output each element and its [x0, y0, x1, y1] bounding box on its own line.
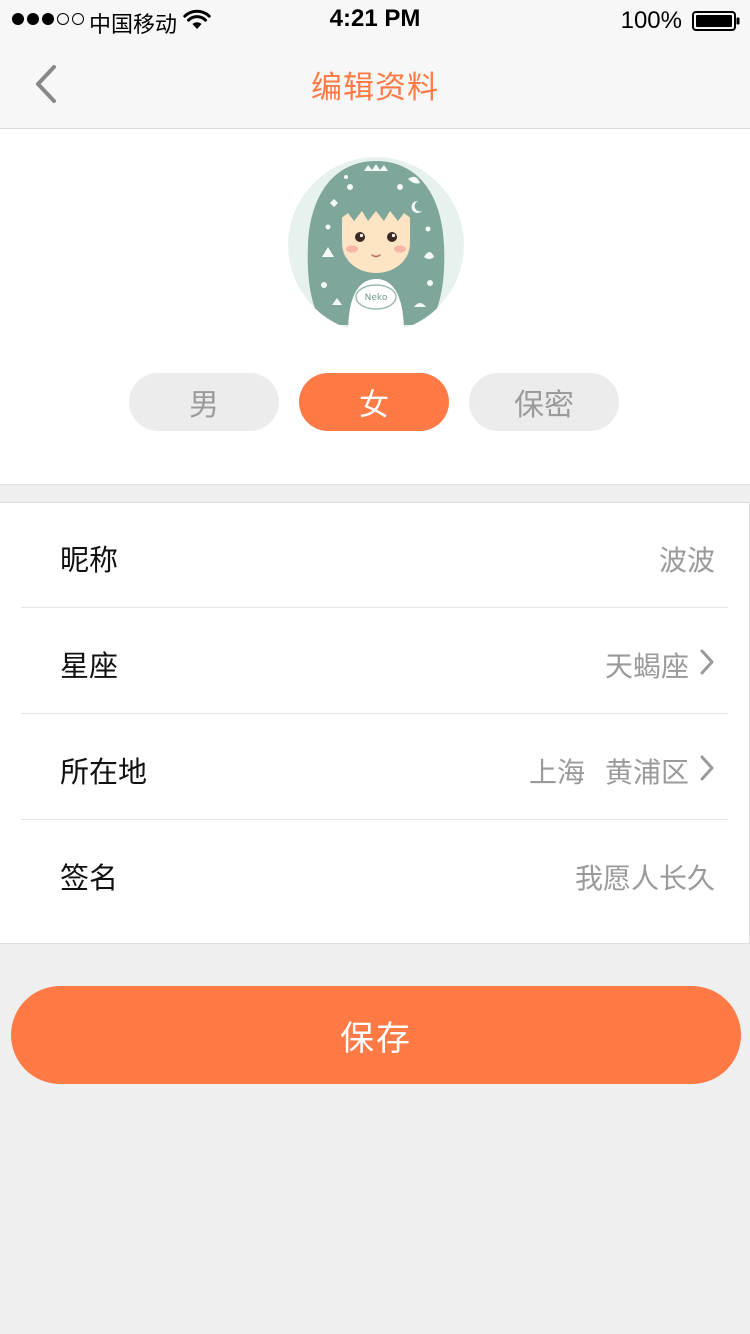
- row-divider: [21, 819, 728, 820]
- zodiac-row[interactable]: 星座 天蝎座: [21, 609, 728, 714]
- gender-option-female[interactable]: 女: [299, 373, 449, 431]
- gender-option-male[interactable]: 男: [129, 373, 279, 431]
- status-bar: 中国移动 4:21 PM 100%: [0, 0, 750, 40]
- row-divider: [21, 713, 728, 714]
- battery-percentage: 100%: [620, 7, 682, 34]
- location-label: 所在地: [60, 755, 148, 789]
- avatar-illustration: Neko: [288, 157, 464, 333]
- location-district: 黄浦区: [604, 756, 689, 789]
- row-divider: [21, 607, 728, 608]
- location-value: 上海 黄浦区: [529, 751, 689, 791]
- gender-selector: 男 女 保密: [129, 373, 621, 431]
- nickname-value: 波波: [658, 544, 715, 577]
- signature-label: 签名: [60, 861, 119, 895]
- profile-header: Neko 男 女 保密: [0, 129, 750, 485]
- zodiac-label: 星座: [60, 649, 119, 683]
- location-city: 上海: [528, 756, 585, 789]
- signature-row[interactable]: 签名 我愿人长久: [21, 821, 728, 926]
- avatar[interactable]: Neko: [288, 157, 464, 333]
- location-row[interactable]: 所在地 上海 黄浦区: [21, 715, 728, 820]
- navigation-bar: 编辑资料: [0, 40, 750, 129]
- gender-option-secret[interactable]: 保密: [469, 373, 619, 431]
- save-button[interactable]: 保存: [11, 986, 741, 1084]
- chevron-right-icon: [700, 649, 714, 675]
- chevron-right-icon: [700, 755, 714, 781]
- nickname-label: 昵称: [60, 543, 119, 577]
- nickname-row[interactable]: 昵称 波波: [21, 503, 728, 608]
- profile-info-list: 昵称 波波 星座 天蝎座 所在地 上海 黄浦区 签名 我愿人长久: [0, 502, 750, 944]
- battery-icon: [692, 11, 740, 31]
- zodiac-value: 天蝎座: [604, 650, 689, 683]
- signature-value: 我愿人长久: [574, 862, 715, 895]
- avatar-badge-text: Neko: [365, 293, 388, 303]
- page-title: 编辑资料: [311, 70, 439, 106]
